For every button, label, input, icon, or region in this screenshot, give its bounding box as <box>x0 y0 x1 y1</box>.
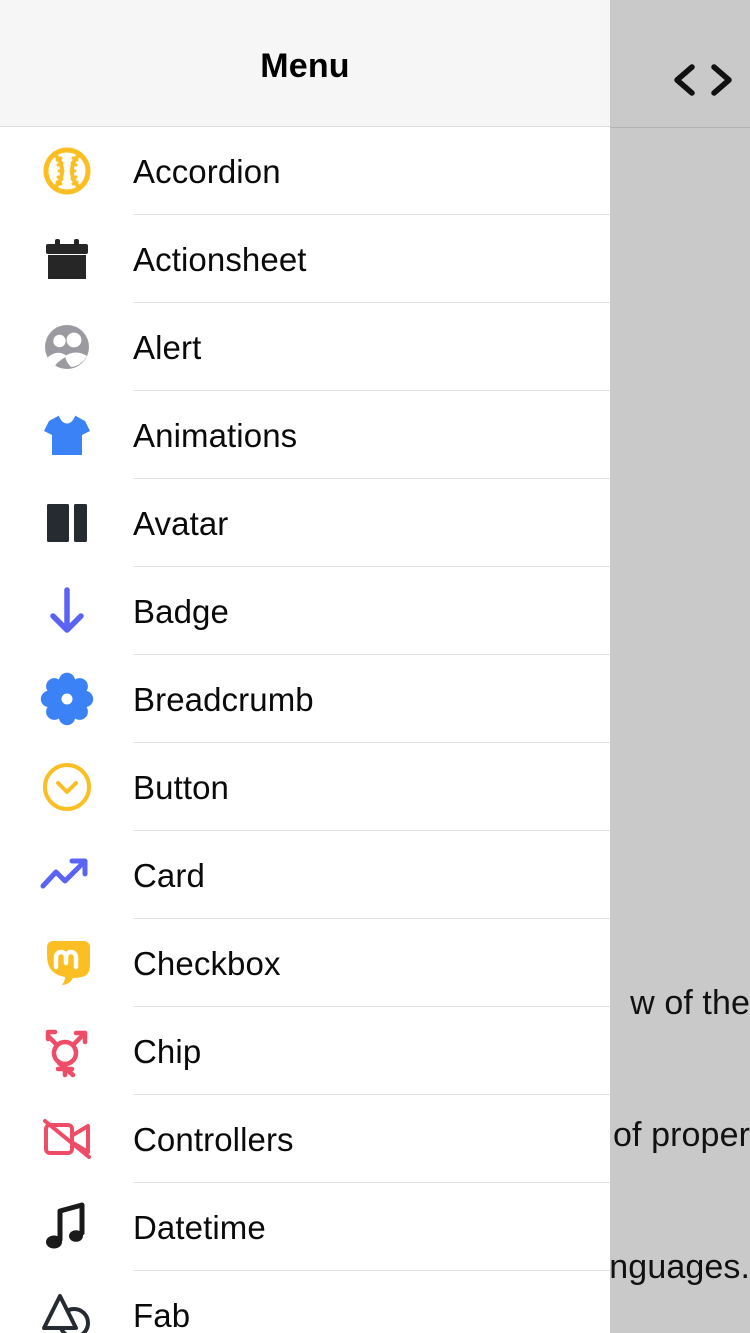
chevron-down-circle-icon <box>0 743 133 831</box>
chevron-right-icon[interactable] <box>704 58 738 102</box>
music-note-icon <box>0 1183 133 1271</box>
calendar-icon <box>0 215 133 303</box>
menu-item-controllers[interactable]: Controllers <box>0 1095 610 1183</box>
menu-item-avatar[interactable]: Avatar <box>0 479 610 567</box>
columns-icon <box>0 479 133 567</box>
menu-item-breadcrumb[interactable]: Breadcrumb <box>0 655 610 743</box>
screen-root: w of the of proper nguages. Menu Accordi… <box>0 0 750 1333</box>
shapes-icon <box>0 1271 133 1333</box>
menu-item-label: Animations <box>133 416 298 454</box>
baseball-icon <box>0 127 133 215</box>
transgender-icon <box>0 1007 133 1095</box>
trending-up-icon <box>0 831 133 919</box>
menu-item-label: Button <box>133 768 230 806</box>
flower-icon <box>0 655 133 743</box>
menu-list: Accordion Actionsheet Alert Animations A… <box>0 127 610 1333</box>
menu-item-animations[interactable]: Animations <box>0 391 610 479</box>
menu-item-checkbox[interactable]: Checkbox <box>0 919 610 1007</box>
menu-item-label: Fab <box>133 1296 191 1333</box>
menu-item-label: Card <box>133 856 205 894</box>
users-group-icon <box>0 303 133 391</box>
menu-item-alert[interactable]: Alert <box>0 303 610 391</box>
tshirt-icon <box>0 391 133 479</box>
menu-item-label: Avatar <box>133 504 229 542</box>
menu-item-badge[interactable]: Badge <box>0 567 610 655</box>
menu-item-label: Accordion <box>133 152 281 190</box>
menu-item-label: Actionsheet <box>133 240 307 278</box>
menu-item-label: Chip <box>133 1032 202 1070</box>
menu-item-label: Datetime <box>133 1208 266 1246</box>
menu-item-chip[interactable]: Chip <box>0 1007 610 1095</box>
menu-item-label: Breadcrumb <box>133 680 314 718</box>
menu-item-fab[interactable]: Fab <box>0 1271 610 1333</box>
chevron-left-icon[interactable] <box>668 58 702 102</box>
page-title: Menu <box>260 46 350 85</box>
menu-item-datetime[interactable]: Datetime <box>0 1183 610 1271</box>
menu-item-card[interactable]: Card <box>0 831 610 919</box>
drawer-header: Menu <box>0 0 610 127</box>
video-off-icon <box>0 1095 133 1183</box>
background-nav-arrows[interactable] <box>668 58 738 102</box>
arrow-down-icon <box>0 567 133 655</box>
menu-item-button[interactable]: Button <box>0 743 610 831</box>
menu-drawer: Menu Accordion Actionsheet Alert Animati… <box>0 0 610 1333</box>
menu-item-label: Badge <box>133 592 229 630</box>
menu-item-actionsheet[interactable]: Actionsheet <box>0 215 610 303</box>
menu-item-accordion[interactable]: Accordion <box>0 127 610 215</box>
menu-item-label: Checkbox <box>133 944 281 982</box>
menu-item-label: Alert <box>133 328 202 366</box>
mastodon-icon <box>0 919 133 1007</box>
menu-item-label: Controllers <box>133 1120 294 1158</box>
